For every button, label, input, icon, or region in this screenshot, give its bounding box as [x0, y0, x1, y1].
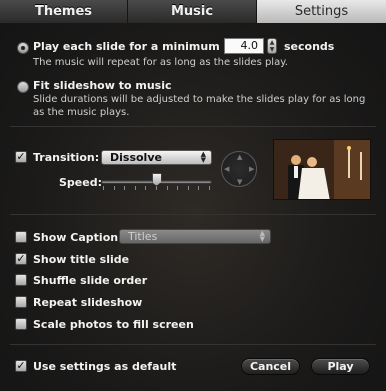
speed-slider-ticks [103, 186, 210, 190]
shuffle-label: Shuffle slide order [33, 274, 148, 287]
tab-bar: Themes Music Settings [0, 0, 386, 23]
duration-description: The music will repeat for as long as the… [33, 57, 288, 68]
tab-settings[interactable]: Settings [257, 0, 386, 23]
section-divider [10, 126, 376, 127]
direction-pad-icon[interactable]: ▲ ▼ ◀ ▶ [221, 151, 257, 187]
transition-value: Dissolve [110, 151, 162, 164]
scale-checkbox[interactable] [15, 318, 27, 330]
use-default-checkbox[interactable]: ✓ [15, 360, 27, 372]
shuffle-checkbox[interactable] [15, 274, 27, 286]
show-title-slide-label: Show title slide [33, 253, 130, 266]
transition-checkbox[interactable]: ✓ [15, 151, 27, 163]
repeat-label: Repeat slideshow [33, 296, 143, 309]
tab-music[interactable]: Music [128, 0, 257, 23]
slideshow-settings-panel: Themes Music Settings Play each slide fo… [0, 0, 386, 391]
scale-label: Scale photos to fill screen [33, 318, 194, 331]
repeat-checkbox[interactable] [15, 296, 27, 308]
transition-preview-image [273, 139, 371, 200]
transition-popup[interactable]: Dissolve ▲ ▼ [101, 150, 212, 165]
duration-option-label: Play each slide for a minimum of [33, 40, 236, 53]
tab-themes[interactable]: Themes [0, 0, 128, 23]
speed-slider-thumb[interactable] [151, 173, 162, 186]
updown-chevron-icon: ▲ ▼ [200, 150, 206, 164]
updown-arrows-icon[interactable]: ▲ ▼ [267, 38, 277, 54]
fit-to-music-label: Fit slideshow to music [33, 79, 172, 92]
fit-to-music-radio[interactable] [17, 81, 29, 93]
caption-popup[interactable]: Titles ▲ ▼ [119, 229, 271, 244]
section-divider [10, 344, 376, 345]
use-default-label: Use settings as default [33, 360, 177, 373]
show-title-slide-checkbox[interactable]: ✓ [15, 253, 27, 265]
caption-label: Show Caption: [33, 231, 123, 244]
caption-checkbox[interactable] [15, 231, 27, 243]
play-button[interactable]: Play [311, 358, 370, 375]
duration-unit-label: seconds [284, 40, 335, 53]
caption-value: Titles [128, 230, 158, 243]
speed-label: Speed: [59, 176, 102, 189]
wedding-photo-icon [274, 140, 370, 199]
duration-seconds-field[interactable]: 4.0 [224, 38, 264, 54]
updown-chevron-icon: ▲ ▼ [259, 229, 265, 243]
transition-label: Transition: [33, 151, 100, 164]
section-divider [10, 214, 376, 215]
duration-radio[interactable] [17, 42, 29, 54]
fit-to-music-description: Slide durations will be adjusted to make… [33, 94, 366, 118]
cancel-button[interactable]: Cancel [241, 358, 300, 375]
